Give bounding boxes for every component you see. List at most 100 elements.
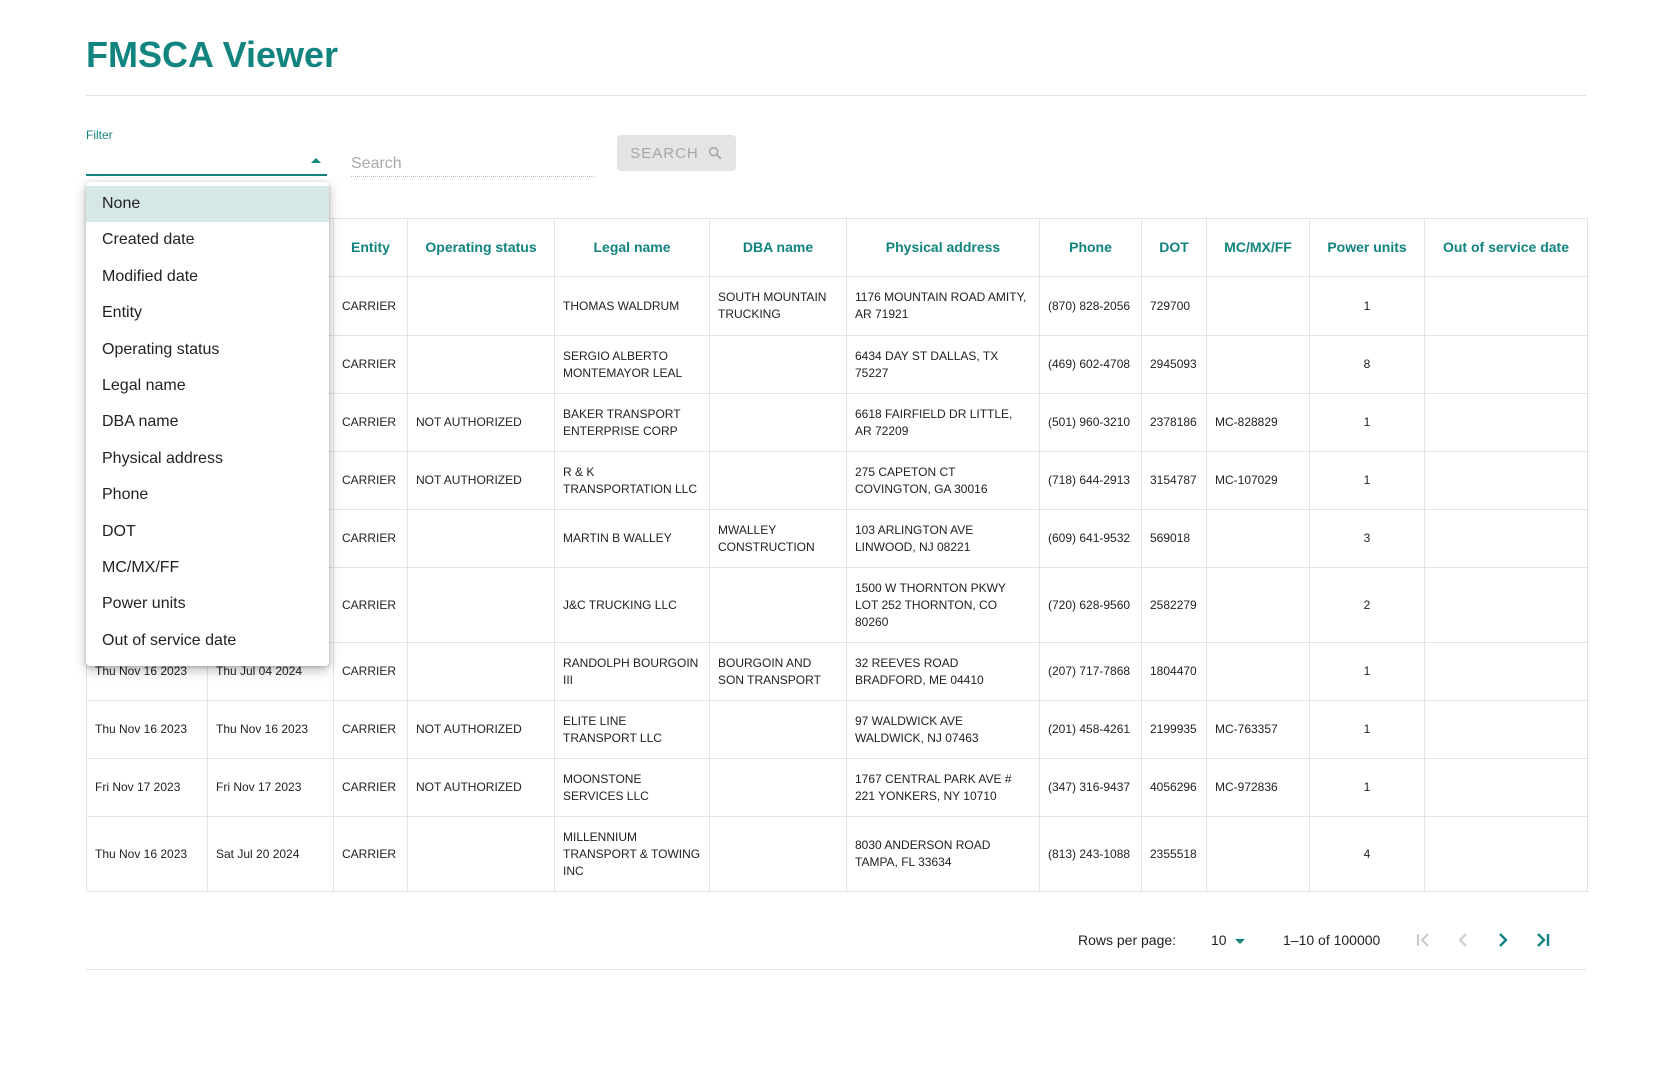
table-cell: MC-828829 <box>1206 393 1310 452</box>
column-header[interactable]: Power units <box>1309 218 1425 277</box>
table-cell: MARTIN B WALLEY <box>554 509 710 568</box>
filter-option[interactable]: MC/MX/FF <box>86 550 329 586</box>
column-header[interactable]: DOT <box>1141 218 1207 277</box>
table-cell: 8 <box>1309 335 1425 394</box>
table-cell: 4 <box>1309 816 1425 892</box>
table-cell <box>1206 567 1310 643</box>
table-cell: 1 <box>1309 758 1425 817</box>
table-cell <box>709 567 847 643</box>
table-cell <box>709 816 847 892</box>
column-header[interactable]: Entity <box>333 218 408 277</box>
table-row[interactable]: Thu Nov 16 2023 Thu Nov 16 2023 CARRIER NOT… <box>86 700 1588 759</box>
search-input[interactable] <box>351 147 594 177</box>
rows-per-page-select[interactable]: 10 <box>1211 928 1227 952</box>
column-header[interactable]: Legal name <box>554 218 710 277</box>
filter-option[interactable]: Created date <box>86 222 329 258</box>
column-header[interactable]: DBA name <box>709 218 847 277</box>
last-page-icon[interactable] <box>1531 928 1555 952</box>
table-cell: CARRIER <box>333 509 408 568</box>
table-cell: (207) 717-7868 <box>1039 642 1142 701</box>
table-cell: 6434 DAY ST DALLAS, TX 75227 <box>846 335 1040 394</box>
pagination-range: 1–10 of 100000 <box>1283 932 1381 948</box>
table-cell <box>1206 509 1310 568</box>
filter-label: Filter <box>86 128 113 142</box>
table-cell: 2582279 <box>1141 567 1207 643</box>
table-cell: 97 WALDWICK AVE WALDWICK, NJ 07463 <box>846 700 1040 759</box>
table-cell: MILLENNIUM TRANSPORT & TOWING INC <box>554 816 710 892</box>
table-cell: 6618 FAIRFIELD DR LITTLE, AR 72209 <box>846 393 1040 452</box>
next-page-icon[interactable] <box>1491 928 1515 952</box>
filter-option[interactable]: DBA name <box>86 404 329 440</box>
table-cell: 2945093 <box>1141 335 1207 394</box>
table-cell: (501) 960-3210 <box>1039 393 1142 452</box>
table-cell: (609) 641-9532 <box>1039 509 1142 568</box>
table-cell <box>709 393 847 452</box>
table-cell: 1176 MOUNTAIN ROAD AMITY, AR 71921 <box>846 276 1040 336</box>
table-cell: Sat Jul 20 2024 <box>207 816 334 892</box>
table-row[interactable]: Fri Nov 17 2023 Fri Nov 17 2023 CARRIER NOT… <box>86 758 1588 817</box>
table-cell: SOUTH MOUNTAIN TRUCKING <box>709 276 847 336</box>
table-cell: MC-107029 <box>1206 451 1310 510</box>
table-cell <box>709 758 847 817</box>
table-cell <box>1424 276 1588 336</box>
chevron-down-icon[interactable] <box>1235 939 1245 944</box>
table-cell: 3154787 <box>1141 451 1207 510</box>
table-cell <box>1424 335 1588 394</box>
filter-option[interactable]: Operating status <box>86 332 329 368</box>
table-cell <box>407 335 555 394</box>
table-cell: CARRIER <box>333 335 408 394</box>
table-cell: 1804470 <box>1141 642 1207 701</box>
filter-select[interactable] <box>86 146 327 176</box>
table-cell: 2378186 <box>1141 393 1207 452</box>
filter-option[interactable]: None <box>86 186 329 223</box>
table-cell: (870) 828-2056 <box>1039 276 1142 336</box>
filter-option[interactable]: Physical address <box>86 441 329 477</box>
table-cell: 1 <box>1309 393 1425 452</box>
table-cell <box>1206 642 1310 701</box>
table-cell: MWALLEY CONSTRUCTION <box>709 509 847 568</box>
footer-divider <box>86 969 1586 970</box>
filter-option[interactable]: Legal name <box>86 368 329 404</box>
table-cell: CARRIER <box>333 451 408 510</box>
table-cell: NOT AUTHORIZED <box>407 451 555 510</box>
filter-option[interactable]: DOT <box>86 514 329 550</box>
table-cell <box>407 276 555 336</box>
filter-option[interactable]: Entity <box>86 295 329 331</box>
table-cell: Thu Nov 16 2023 <box>86 700 208 759</box>
table-cell: Thu Nov 16 2023 <box>207 700 334 759</box>
column-header[interactable]: Physical address <box>846 218 1040 277</box>
column-header[interactable]: MC/MX/FF <box>1206 218 1310 277</box>
column-header[interactable]: Operating status <box>407 218 555 277</box>
table-row[interactable]: Thu Nov 16 2023 Sat Jul 20 2024 CARRIER MIL… <box>86 816 1588 892</box>
table-cell: 569018 <box>1141 509 1207 568</box>
table-cell <box>1424 816 1588 892</box>
table-cell: CARRIER <box>333 816 408 892</box>
filter-option[interactable]: Power units <box>86 586 329 622</box>
table-cell: 4056296 <box>1141 758 1207 817</box>
table-cell: Thu Nov 16 2023 <box>86 816 208 892</box>
table-cell: BOURGOIN AND SON TRANSPORT <box>709 642 847 701</box>
table-cell <box>407 509 555 568</box>
table-cell <box>1206 276 1310 336</box>
table-cell <box>1424 393 1588 452</box>
table-cell: 1767 CENTRAL PARK AVE # 221 YONKERS, NY … <box>846 758 1040 817</box>
table-cell: SERGIO ALBERTO MONTEMAYOR LEAL <box>554 335 710 394</box>
column-header[interactable]: Out of service date <box>1424 218 1588 277</box>
column-header[interactable]: Phone <box>1039 218 1142 277</box>
table-cell: CARRIER <box>333 758 408 817</box>
table-cell <box>1424 451 1588 510</box>
table-cell <box>407 816 555 892</box>
previous-page-icon[interactable] <box>1451 928 1475 952</box>
table-cell: (813) 243-1088 <box>1039 816 1142 892</box>
table-cell <box>1424 642 1588 701</box>
filter-option[interactable]: Out of service date <box>86 623 329 659</box>
filter-option[interactable]: Modified date <box>86 259 329 295</box>
first-page-icon[interactable] <box>1411 928 1435 952</box>
table-cell: 1 <box>1309 700 1425 759</box>
caret-up-icon <box>311 158 321 163</box>
table-cell: 1500 W THORNTON PKWY LOT 252 THORNTON, C… <box>846 567 1040 643</box>
search-button[interactable]: SEARCH <box>617 135 736 171</box>
table-cell: J&C TRUCKING LLC <box>554 567 710 643</box>
table-cell: BAKER TRANSPORT ENTERPRISE CORP <box>554 393 710 452</box>
filter-option[interactable]: Phone <box>86 477 329 513</box>
